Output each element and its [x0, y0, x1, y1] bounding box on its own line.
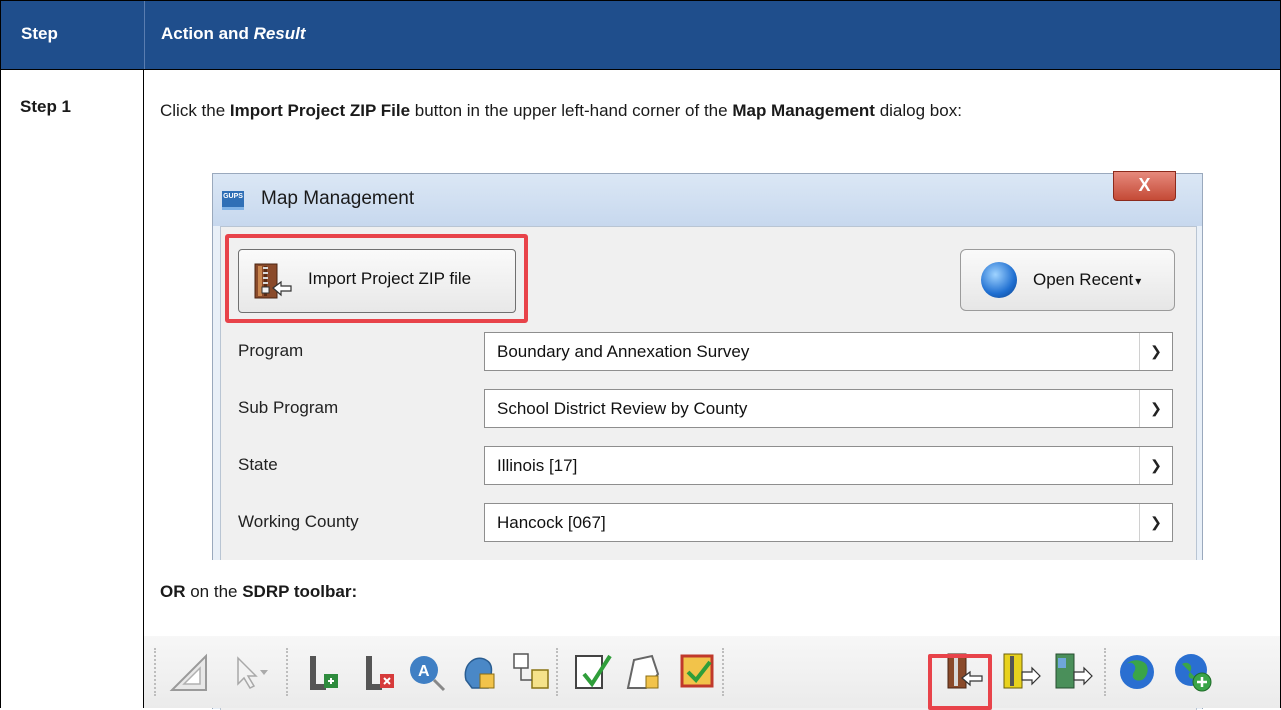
- instruction-part3: dialog box:: [874, 101, 962, 120]
- toolbar-separator: [154, 648, 160, 696]
- attribute-search-icon[interactable]: A: [406, 650, 448, 694]
- sdrp-toolbar: A: [144, 636, 1280, 708]
- state-label: State: [238, 455, 278, 474]
- triangle-ruler-icon[interactable]: [168, 650, 210, 694]
- export-zip-icon[interactable]: [1000, 650, 1042, 694]
- sub-program-value: School District Review by County: [497, 399, 748, 418]
- dialog-title: Map Management: [261, 188, 415, 209]
- chevron-down-icon: ❯: [1139, 504, 1172, 541]
- instruction-part2: button in the upper left-hand corner of …: [410, 101, 733, 120]
- program-select[interactable]: Boundary and Annexation Survey ❯: [484, 332, 1173, 371]
- toolbar-name: SDRP toolbar:: [242, 582, 358, 601]
- close-button[interactable]: X: [1113, 171, 1176, 201]
- svg-text:A: A: [418, 663, 430, 680]
- instruction-dialog-name: Map Management: [732, 101, 875, 120]
- instruction-text: Click the Import Project ZIP File button…: [160, 97, 1260, 124]
- state-select[interactable]: Illinois [17] ❯: [484, 446, 1173, 485]
- or-toolbar-text: OR on the SDRP toolbar:: [160, 582, 357, 602]
- open-recent-label: Open Recent: [1033, 270, 1141, 290]
- working-county-value: Hancock [067]: [497, 513, 606, 532]
- sub-program-label: Sub Program: [238, 398, 339, 417]
- toolbar-separator: [1104, 648, 1110, 696]
- or-word: OR: [160, 582, 186, 601]
- header-result-text: Result: [253, 24, 306, 43]
- row-divider: [0, 69, 1281, 70]
- validate-check-icon[interactable]: [572, 650, 614, 694]
- gups-logo-icon: GUPS: [222, 191, 244, 210]
- add-layer-icon[interactable]: [302, 650, 344, 694]
- chevron-down-icon: ❯: [1139, 447, 1172, 484]
- program-value: Boundary and Annexation Survey: [497, 342, 750, 361]
- state-value: Illinois [17]: [497, 456, 578, 475]
- globe-icon[interactable]: [1116, 650, 1158, 694]
- table-header: Step Action and Result: [1, 1, 1280, 69]
- working-county-label: Working County: [238, 512, 359, 531]
- or-middle: on the: [185, 582, 243, 601]
- open-recent-button[interactable]: Open Recent: [960, 249, 1175, 311]
- step-label: Step 1: [20, 97, 72, 116]
- shape-lock-icon[interactable]: [624, 650, 666, 694]
- toolbar-separator: [286, 648, 292, 696]
- import-button-highlight: [225, 234, 528, 323]
- import-zip-highlight: [928, 654, 992, 710]
- export-map-icon[interactable]: [1052, 650, 1094, 694]
- toolbar-separator: [556, 648, 562, 696]
- header-step: Step: [21, 24, 58, 43]
- grid-icon[interactable]: [510, 650, 552, 694]
- remove-layer-icon[interactable]: [358, 650, 400, 694]
- add-globe-icon[interactable]: [1172, 650, 1214, 694]
- program-label: Program: [238, 341, 304, 360]
- globe-icon: [981, 262, 1017, 298]
- working-county-select[interactable]: Hancock [067] ❯: [484, 503, 1173, 542]
- header-action: Action and Result: [161, 24, 306, 44]
- instruction-part1: Click the: [160, 101, 230, 120]
- table-border-left: [0, 0, 1, 708]
- header-action-text: Action and: [161, 24, 254, 43]
- review-icon[interactable]: [676, 650, 718, 694]
- identify-head-icon[interactable]: [458, 650, 500, 694]
- instruction-button-name: Import Project ZIP File: [229, 101, 411, 120]
- dialog-titlebar: GUPS Map Management X: [213, 171, 1202, 226]
- chevron-down-icon: ❯: [1139, 333, 1172, 370]
- cursor-dropdown-icon[interactable]: [228, 650, 270, 694]
- chevron-down-icon: ❯: [1139, 390, 1172, 427]
- sub-program-select[interactable]: School District Review by County ❯: [484, 389, 1173, 428]
- header-divider: [144, 1, 145, 69]
- toolbar-separator: [722, 648, 728, 696]
